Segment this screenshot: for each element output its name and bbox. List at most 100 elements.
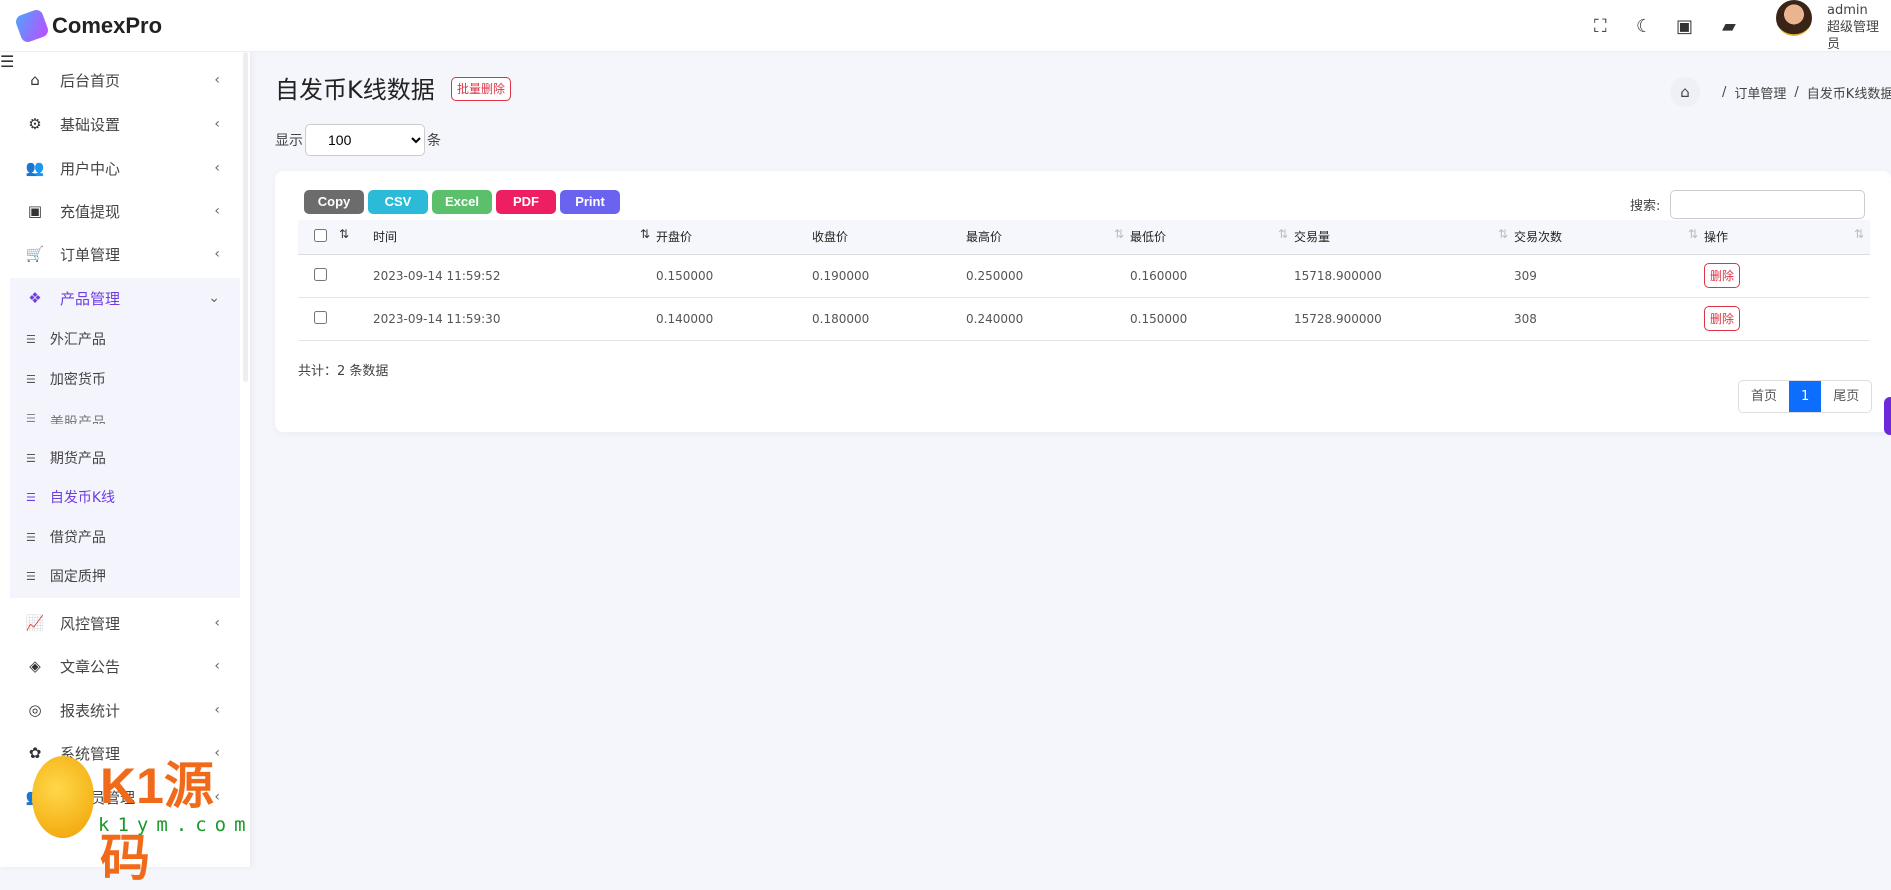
submenu-item-loans[interactable]: ☰ 借贷产品 (10, 519, 106, 555)
avatar[interactable] (1776, 0, 1812, 36)
sidebar-item-label: 报表统计 (60, 701, 121, 720)
brand[interactable]: ComexPro (0, 0, 250, 52)
submenu-item-kline[interactable]: ☰ 自发币K线 (10, 479, 115, 515)
sidebar-item-settings[interactable]: ⚙ 基础设置 ‹ (10, 104, 240, 144)
pdf-button[interactable]: PDF (496, 190, 556, 214)
breadcrumb-separator: / (1794, 84, 1799, 100)
column-label: 最低价 (1130, 230, 1167, 245)
sidebar-scrollbar[interactable] (243, 52, 248, 382)
submenu-label: 外汇产品 (49, 332, 106, 348)
print-button[interactable]: Print (560, 190, 620, 214)
submenu-item-staking[interactable]: ☰ 固定质押 (10, 558, 106, 594)
copy-button[interactable]: Copy (304, 190, 364, 214)
row-select-cell (298, 254, 355, 298)
moon-icon[interactable]: ☾ (1636, 16, 1652, 37)
brand-name: ComexPro (52, 12, 163, 38)
cell-time: 2023-09-14 11:59:52 (355, 254, 656, 298)
sidebar: ComexPro ☰ ⌂ 后台首页 ‹ ⚙ 基础设置 ‹ 👥 用户中心 ‹ ▣ 充值提现 ‹ 🛒… (0, 0, 250, 867)
submenu-label: 加密货币 (49, 372, 106, 388)
submenu-item-us-stocks[interactable]: ☰ 美股产品 (10, 410, 106, 424)
delete-button[interactable]: 删除 (1704, 306, 1741, 331)
chat-icon[interactable]: ▰ (1722, 16, 1736, 37)
coins-icon: ◎ (28, 701, 42, 719)
chevron-left-icon: ‹ (214, 116, 220, 132)
column-label: 交易次数 (1514, 230, 1563, 245)
breadcrumb-separator: / (1722, 84, 1727, 100)
submenu-item-futures[interactable]: ☰ 期货产品 (10, 440, 106, 476)
page-size-select[interactable]: 100 (305, 124, 425, 156)
sort-icon[interactable]: ⇅ (1688, 227, 1698, 241)
layers-icon: ◈ (29, 657, 41, 675)
sidebar-item-orders[interactable]: 🛒 订单管理 ‹ (10, 234, 240, 274)
user-name: admin (1827, 3, 1868, 18)
row-checkbox[interactable] (314, 267, 327, 281)
sort-icon[interactable]: ⇅ (640, 227, 650, 241)
sidebar-item-risk[interactable]: 📈 风控管理 ‹ (10, 603, 240, 643)
sidebar-item-label: 订单管理 (60, 245, 121, 264)
search-label: 搜索: (1630, 199, 1661, 214)
sidebar-item-label: 充值提现 (60, 202, 121, 221)
column-header-close[interactable]: 收盘价 (812, 220, 966, 255)
sidebar-item-deposit[interactable]: ▣ 充值提现 ‹ (10, 191, 240, 231)
gears-icon: ⚙ (28, 115, 42, 133)
column-header-count[interactable]: 交易次数 ⇅ (1514, 220, 1704, 255)
last-page-button[interactable]: 尾页 (1821, 381, 1871, 412)
sort-icon[interactable]: ⇅ (1114, 227, 1124, 241)
submenu-item-crypto[interactable]: ☰ 加密货币 (10, 361, 106, 397)
batch-delete-button[interactable]: 批量删除 (451, 77, 512, 101)
column-header-time[interactable]: 时间 ⇅ (355, 220, 656, 255)
sidebar-item-products[interactable]: ❖ 产品管理 ⌄ (10, 278, 240, 318)
chevron-left-icon: ‹ (214, 72, 220, 88)
cell-low: 0.160000 (1130, 254, 1294, 298)
sidebar-item-home[interactable]: ⌂ 后台首页 ‹ (10, 60, 240, 100)
column-label: 收盘价 (812, 230, 849, 245)
column-header-action[interactable]: 操作 ⇅ (1704, 220, 1870, 255)
cell-volume: 15718.900000 (1294, 254, 1514, 298)
money-icon: ▣ (27, 202, 43, 220)
settings-drawer-tab[interactable] (1884, 397, 1891, 435)
select-all-checkbox[interactable] (314, 228, 327, 242)
cell-action: 删除 (1704, 297, 1870, 341)
search-input[interactable] (1670, 190, 1866, 219)
sort-icon[interactable]: ⇅ (1278, 227, 1288, 241)
cubes-icon: ❖ (28, 289, 42, 307)
list-icon: ☰ (26, 332, 36, 346)
submenu-item-forex[interactable]: ☰ 外汇产品 (10, 321, 106, 357)
users-icon: 👥 (25, 159, 45, 177)
home-icon: ⌂ (30, 71, 40, 89)
sort-icon[interactable]: ⇅ (1854, 227, 1864, 241)
sidebar-item-users[interactable]: 👥 用户中心 ‹ (10, 148, 240, 188)
sidebar-item-reports[interactable]: ◎ 报表统计 ‹ (10, 690, 240, 730)
cell-close: 0.190000 (812, 254, 966, 298)
excel-button[interactable]: Excel (432, 190, 492, 214)
sort-icon[interactable]: ⇅ (1498, 227, 1508, 241)
fullscreen-icon[interactable]: ⛶ (1594, 16, 1607, 37)
column-header-high[interactable]: 最高价 ⇅ (966, 220, 1130, 255)
cell-low: 0.150000 (1130, 297, 1294, 341)
sort-icon[interactable]: ⇅ (339, 227, 349, 241)
breadcrumb-item[interactable]: 订单管理 (1734, 83, 1786, 102)
breadcrumb-current: 自发币K线数据 (1806, 86, 1891, 102)
delete-button[interactable]: 删除 (1704, 263, 1741, 288)
column-header-open[interactable]: 开盘价 (656, 220, 812, 255)
money-icon[interactable]: ▣ (1676, 16, 1693, 37)
first-page-button[interactable]: 首页 (1739, 381, 1789, 412)
page-1-button[interactable]: 1 (1789, 381, 1822, 412)
cell-high: 0.250000 (966, 254, 1130, 298)
column-label: 时间 (373, 230, 398, 245)
row-checkbox[interactable] (314, 310, 327, 324)
watermark-logo: K1源码 k1ym.com (30, 746, 246, 886)
column-header-low[interactable]: 最低价 ⇅ (1130, 220, 1294, 255)
column-header-volume[interactable]: 交易量 ⇅ (1294, 220, 1514, 255)
column-label: 操作 (1704, 230, 1729, 245)
breadcrumb-home-icon[interactable]: ⌂ (1670, 77, 1700, 107)
csv-button[interactable]: CSV (368, 190, 428, 214)
sidebar-item-articles[interactable]: ◈ 文章公告 ‹ (10, 646, 240, 686)
submenu-label: 期货产品 (49, 451, 106, 467)
cell-open: 0.140000 (656, 297, 812, 341)
column-label: 最高价 (966, 230, 1003, 245)
select-all-header: ⇅ (298, 220, 355, 255)
user-info[interactable]: admin 超级管理员 (1827, 2, 1891, 53)
user-role: 超级管理员 (1827, 20, 1880, 52)
sidebar-item-label: 风控管理 (60, 614, 121, 633)
